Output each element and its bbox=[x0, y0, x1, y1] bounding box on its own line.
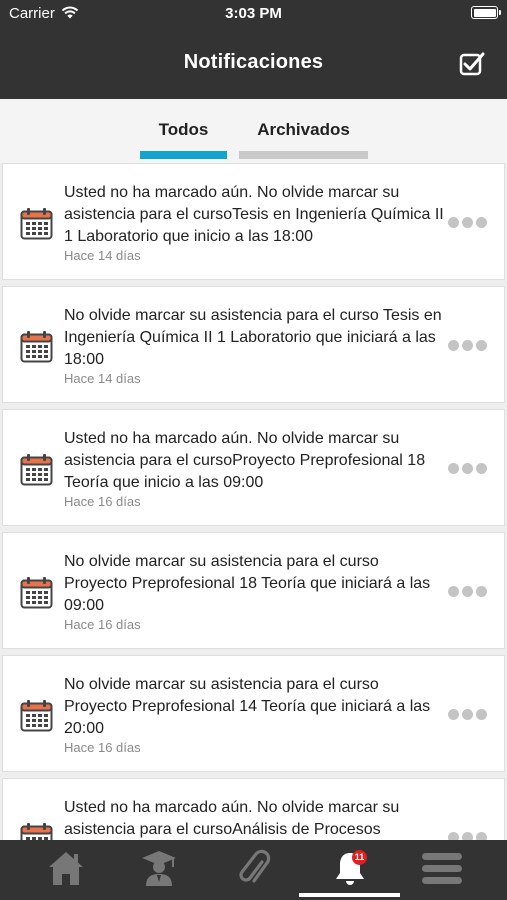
tab-archivados-label: Archivados bbox=[257, 120, 350, 139]
notification-item[interactable]: Usted no ha marcado aún. No olvide marca… bbox=[2, 163, 505, 280]
notification-message: No olvide marcar su asistencia para el c… bbox=[64, 553, 431, 614]
battery-icon bbox=[471, 6, 501, 19]
menu-icon bbox=[421, 853, 462, 884]
notification-item[interactable]: No olvide marcar su asistencia para el c… bbox=[2, 286, 505, 403]
tab-todos-indicator bbox=[140, 151, 227, 159]
tab-archivados-indicator bbox=[239, 151, 368, 159]
more-options-button[interactable] bbox=[448, 339, 487, 351]
calendar-icon bbox=[20, 331, 53, 363]
tab-attachments[interactable] bbox=[203, 840, 304, 900]
mark-all-read-button[interactable] bbox=[459, 51, 485, 77]
notification-item[interactable]: No olvide marcar su asistencia para el c… bbox=[2, 532, 505, 649]
clock: 3:03 PM bbox=[225, 5, 282, 22]
notification-time: Hace 16 días bbox=[64, 494, 141, 509]
page-title: Notificaciones bbox=[183, 51, 324, 73]
tab-todos[interactable]: Todos bbox=[140, 99, 227, 163]
graduate-icon bbox=[141, 851, 176, 886]
home-icon bbox=[48, 852, 83, 885]
notification-time: Hace 14 días bbox=[64, 248, 141, 263]
notification-message: No olvide marcar su asistencia para el c… bbox=[64, 676, 431, 737]
notification-list[interactable]: Usted no ha marcado aún. No olvide marca… bbox=[0, 163, 507, 840]
calendar-icon bbox=[20, 577, 53, 609]
status-bar: Carrier 3:03 PM bbox=[0, 0, 507, 28]
more-options-button[interactable] bbox=[448, 585, 487, 597]
notification-item[interactable]: Usted no ha marcado aún. No olvide marca… bbox=[2, 778, 505, 840]
active-tab-indicator bbox=[299, 893, 400, 897]
notification-item[interactable]: No olvide marcar su asistencia para el c… bbox=[2, 655, 505, 772]
paperclip-icon bbox=[238, 849, 270, 883]
calendar-icon bbox=[20, 208, 53, 240]
bottom-tab-bar: 11 bbox=[0, 840, 507, 900]
more-options-button[interactable] bbox=[448, 216, 487, 228]
calendar-icon bbox=[20, 454, 53, 486]
notification-message: Usted no ha marcado aún. No olvide marca… bbox=[64, 799, 400, 838]
tab-menu[interactable] bbox=[391, 840, 492, 900]
notification-time: Hace 14 días bbox=[64, 371, 141, 386]
notification-message: Usted no ha marcado aún. No olvide marca… bbox=[64, 430, 426, 491]
top-bar: Carrier 3:03 PM Notificaciones bbox=[0, 0, 507, 99]
notification-message: No olvide marcar su asistencia para el c… bbox=[64, 307, 442, 368]
notification-time: Hace 16 días bbox=[64, 740, 141, 755]
tab-courses[interactable] bbox=[108, 840, 209, 900]
tab-archivados[interactable]: Archivados bbox=[239, 99, 368, 163]
segment-tabs: Todos Archivados bbox=[0, 99, 507, 163]
tab-home[interactable] bbox=[15, 840, 116, 900]
tab-notifications[interactable]: 11 bbox=[299, 840, 400, 900]
notification-message: Usted no ha marcado aún. No olvide marca… bbox=[64, 184, 444, 245]
more-options-button[interactable] bbox=[448, 708, 487, 720]
notification-time: Hace 16 días bbox=[64, 617, 141, 632]
calendar-icon bbox=[20, 823, 53, 840]
more-options-button[interactable] bbox=[448, 831, 487, 840]
more-options-button[interactable] bbox=[448, 462, 487, 474]
calendar-icon bbox=[20, 700, 53, 732]
notification-item[interactable]: Usted no ha marcado aún. No olvide marca… bbox=[2, 409, 505, 526]
tab-todos-label: Todos bbox=[158, 120, 209, 139]
notification-badge: 11 bbox=[352, 850, 367, 865]
